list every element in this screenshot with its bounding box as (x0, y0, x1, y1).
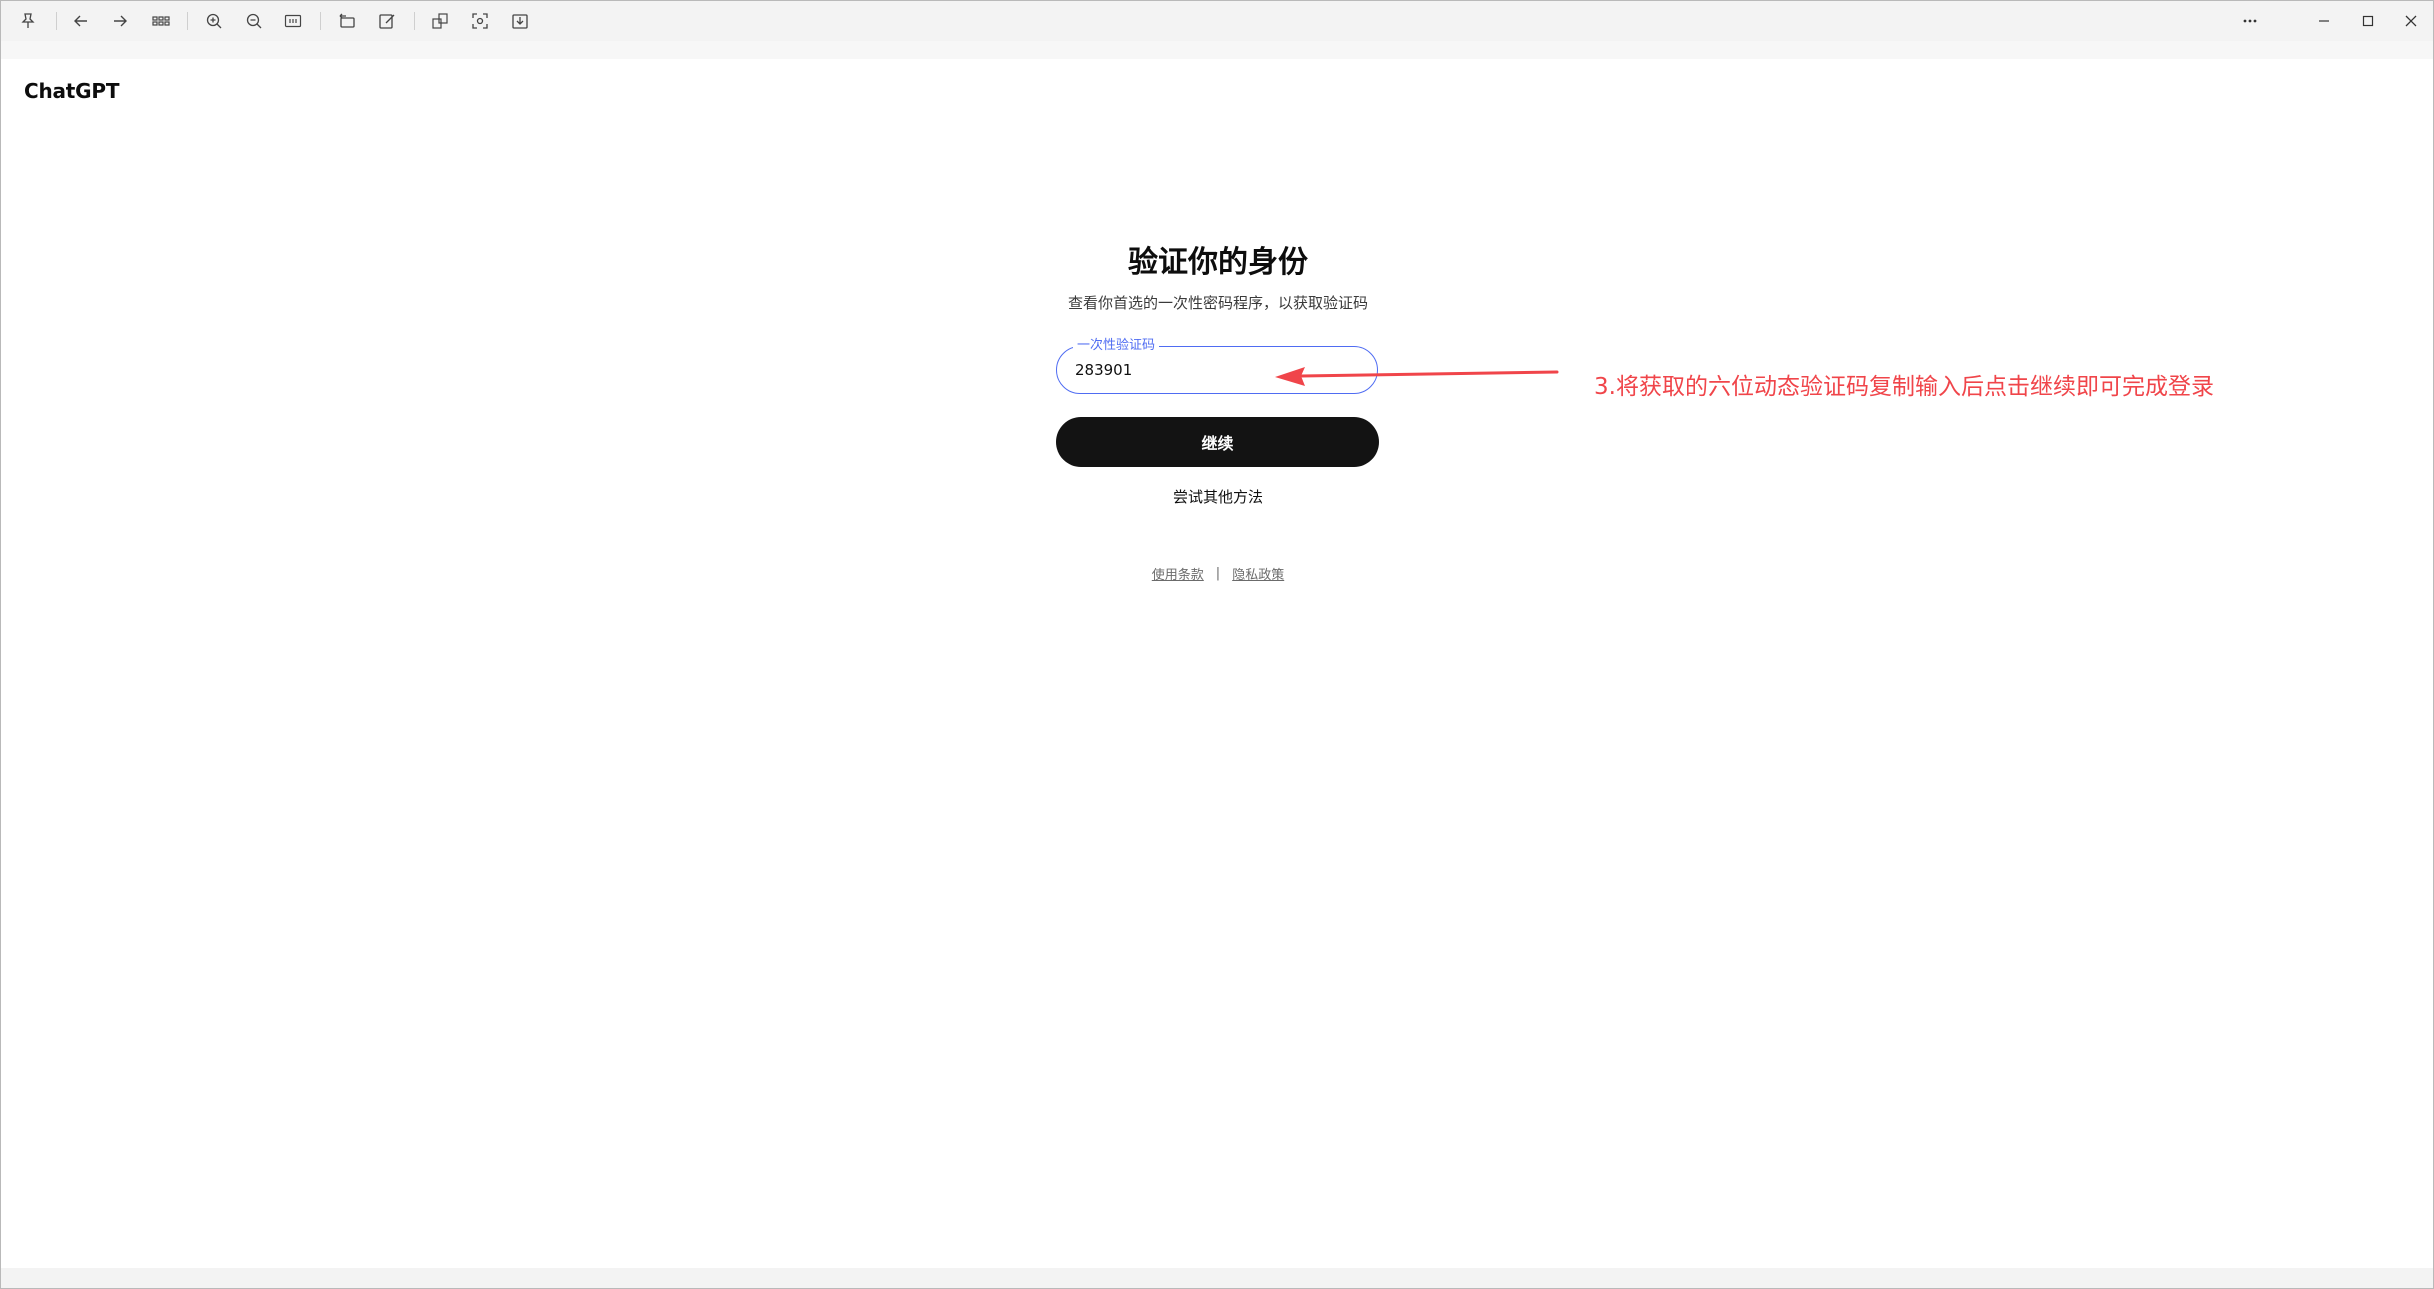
zoom-in-icon[interactable] (202, 9, 226, 33)
save-icon[interactable] (508, 9, 532, 33)
toolbar-shadow-strip (1, 41, 2433, 59)
fit-width-icon[interactable] (281, 9, 305, 33)
pin-icon[interactable] (16, 9, 40, 33)
screenshot-icon[interactable] (468, 9, 492, 33)
rotate-icon[interactable] (335, 9, 359, 33)
more-icon[interactable] (2238, 9, 2262, 33)
page-title: 验证你的身份 (1128, 245, 1308, 280)
terms-of-use-link[interactable]: 使用条款 (1152, 564, 1204, 583)
footer-separator: | (1215, 566, 1221, 581)
close-icon[interactable] (2399, 9, 2423, 33)
maximize-icon[interactable] (2356, 9, 2380, 33)
grid-view-icon[interactable] (149, 9, 173, 33)
continue-button[interactable]: 继续 (1056, 417, 1379, 467)
toolbar-divider (414, 12, 415, 30)
try-other-method-link[interactable]: 尝试其他方法 (1068, 486, 1368, 507)
copy-icon[interactable] (428, 9, 452, 33)
back-arrow-icon[interactable] (69, 9, 93, 33)
forward-arrow-icon[interactable] (108, 9, 132, 33)
verification-code-label: 一次性验证码 (1073, 337, 1160, 355)
zoom-out-icon[interactable] (242, 9, 266, 33)
minimize-icon[interactable] (2312, 9, 2336, 33)
annotation-arrow (1275, 367, 1559, 386)
toolbar-divider (187, 12, 188, 30)
toolbar (1, 1, 2433, 41)
toolbar-divider (320, 12, 321, 30)
brand-logo-text: ChatGPT (24, 79, 120, 103)
annotation-text: 3.将获取的六位动态验证码复制输入后点击继续即可完成登录 (1594, 374, 2214, 400)
edit-icon[interactable] (375, 9, 399, 33)
viewer-window: ChatGPT 验证你的身份 查看你首选的一次性密码程序，以获取验证码 一次性验… (0, 0, 2434, 1289)
footer-links: 使用条款 | 隐私政策 (1068, 564, 1368, 583)
toolbar-divider (56, 12, 57, 30)
privacy-policy-link[interactable]: 隐私政策 (1232, 564, 1284, 583)
page-subtitle: 查看你首选的一次性密码程序，以获取验证码 (1067, 294, 1368, 312)
status-strip (1, 1268, 2433, 1288)
